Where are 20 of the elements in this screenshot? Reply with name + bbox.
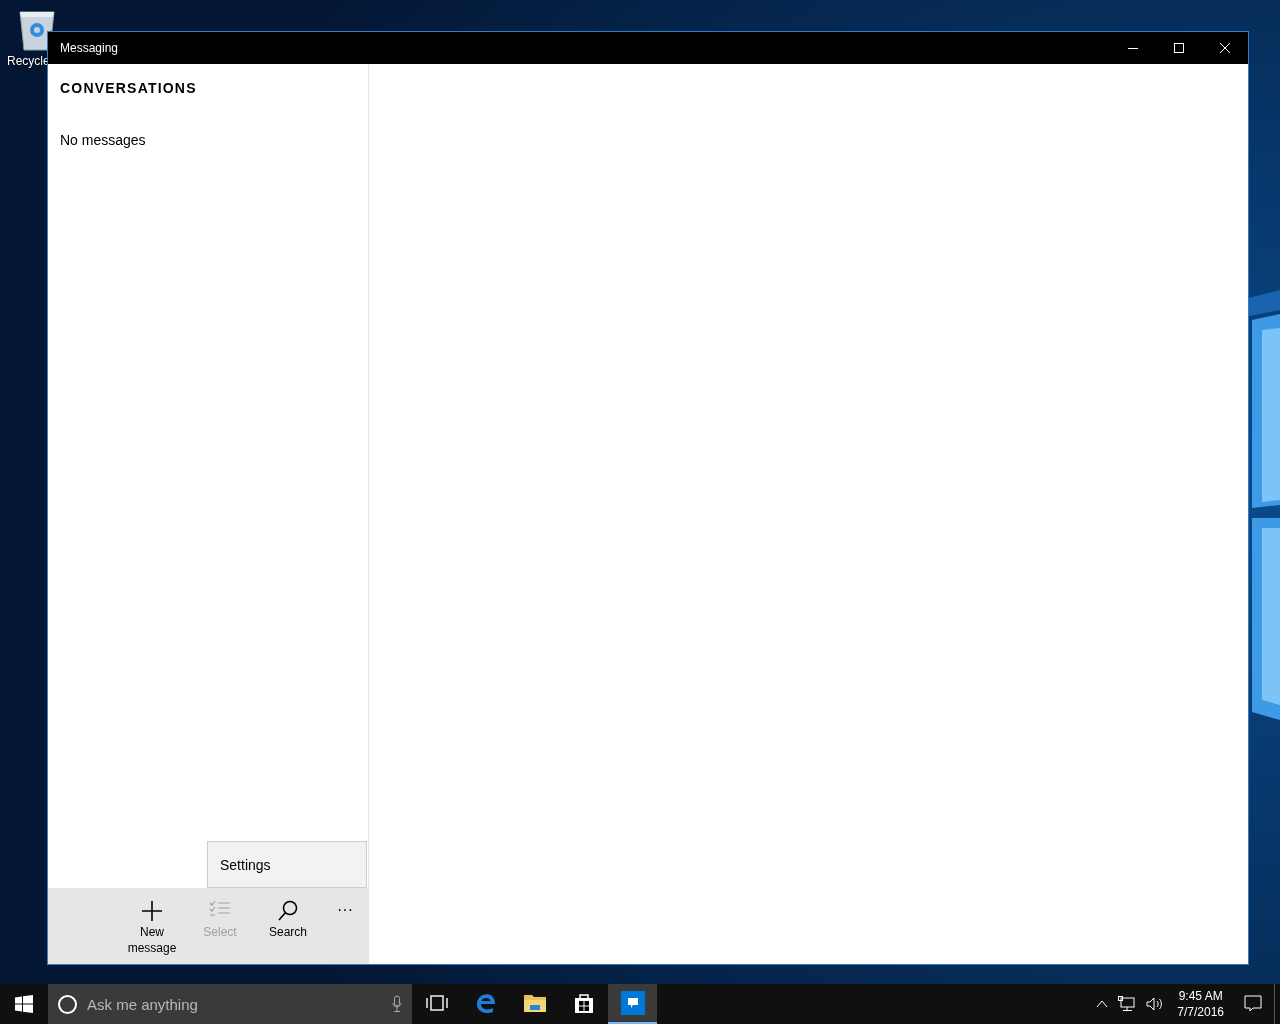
close-icon [1219,42,1231,54]
search-field[interactable]: Ask me anything [85,994,392,1014]
empty-message: No messages [60,132,147,148]
circle-icon [58,994,77,1014]
plus-icon [141,900,163,922]
search-box[interactable]: Ask me anything [48,984,412,1024]
pane-heading: CONVERSATIONS [60,80,198,96]
maximize-icon [1173,42,1185,54]
microphone-icon[interactable] [392,995,402,1013]
new-message-button[interactable]: New message [118,888,186,956]
search-icon [277,900,299,922]
more-button[interactable]: ··· [322,888,368,928]
windows-icon [15,995,33,1013]
chat-icon[interactable] [608,984,657,1024]
clock-time: 9:45 AM [1178,988,1223,1004]
menu-item[interactable]: Settings [208,842,366,887]
clock[interactable]: 9:45 AM 7/7/2016 [1169,984,1232,1024]
search-button[interactable]: Search [254,888,322,940]
window-title: Messaging [60,41,120,55]
clock-date: 7/7/2016 [1177,1004,1224,1020]
